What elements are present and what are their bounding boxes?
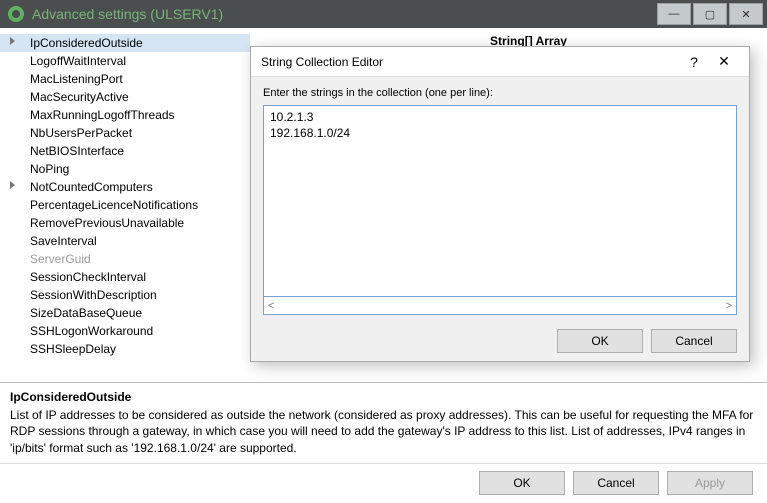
property-item-label: SaveInterval bbox=[30, 234, 97, 248]
cancel-button[interactable]: Cancel bbox=[573, 471, 659, 495]
property-item[interactable]: SizeDataBaseQueue bbox=[0, 304, 250, 322]
property-item-label: SessionWithDescription bbox=[30, 288, 157, 302]
minimize-button[interactable]: — bbox=[657, 3, 691, 25]
help-button[interactable]: ? bbox=[679, 54, 709, 70]
property-item[interactable]: IpConsideredOutside bbox=[0, 34, 250, 52]
string-collection-editor-dialog: String Collection Editor ? ✕ Enter the s… bbox=[250, 46, 750, 362]
property-item-label: NotCountedComputers bbox=[30, 180, 153, 194]
property-item[interactable]: SessionWithDescription bbox=[0, 286, 250, 304]
dialog-title: String Collection Editor bbox=[261, 55, 679, 69]
dialog-cancel-button[interactable]: Cancel bbox=[651, 329, 737, 353]
dialog-button-bar: OK Cancel bbox=[251, 321, 749, 361]
scroll-left-icon[interactable]: < bbox=[268, 300, 274, 312]
dialog-close-button[interactable]: ✕ bbox=[709, 53, 739, 70]
property-item-label: ServerGuid bbox=[30, 252, 91, 266]
property-item-label: PercentageLicenceNotifications bbox=[30, 198, 198, 212]
dialog-titlebar: String Collection Editor ? ✕ bbox=[251, 47, 749, 77]
property-item-label: NbUsersPerPacket bbox=[30, 126, 132, 140]
property-item[interactable]: NotCountedComputers bbox=[0, 178, 250, 196]
chevron-right-icon[interactable] bbox=[10, 181, 15, 189]
property-item-label: SSHSleepDelay bbox=[30, 342, 116, 356]
ok-button[interactable]: OK bbox=[479, 471, 565, 495]
dialog-instruction: Enter the strings in the collection (one… bbox=[263, 87, 737, 99]
property-item[interactable]: SessionCheckInterval bbox=[0, 268, 250, 286]
property-item-label: NetBIOSInterface bbox=[30, 144, 124, 158]
horizontal-scrollbar[interactable]: < > bbox=[263, 297, 737, 315]
property-item[interactable]: SaveInterval bbox=[0, 232, 250, 250]
dialog-ok-button[interactable]: OK bbox=[557, 329, 643, 353]
app-icon bbox=[8, 6, 24, 22]
maximize-button[interactable]: ▢ bbox=[693, 3, 727, 25]
property-item-label: MacSecurityActive bbox=[30, 90, 129, 104]
property-item[interactable]: RemovePreviousUnavailable bbox=[0, 214, 250, 232]
property-item-label: MaxRunningLogoffThreads bbox=[30, 108, 175, 122]
property-item[interactable]: ServerGuid bbox=[0, 250, 250, 268]
property-item[interactable]: SSHLogonWorkaround bbox=[0, 322, 250, 340]
property-item[interactable]: SSHSleepDelay bbox=[0, 340, 250, 358]
property-list[interactable]: IpConsideredOutside LogoffWaitInterval Mac… bbox=[0, 28, 250, 382]
apply-button: Apply bbox=[667, 471, 753, 495]
property-item-label: SizeDataBaseQueue bbox=[30, 306, 142, 320]
property-item[interactable]: MaxRunningLogoffThreads bbox=[0, 106, 250, 124]
description-body: List of IP addresses to be considered as… bbox=[10, 407, 757, 456]
property-item[interactable]: LogoffWaitInterval bbox=[0, 52, 250, 70]
property-item[interactable]: PercentageLicenceNotifications bbox=[0, 196, 250, 214]
scroll-right-icon[interactable]: > bbox=[726, 300, 732, 312]
window-title: Advanced settings (ULSERV1) bbox=[32, 6, 655, 22]
property-item-label: LogoffWaitInterval bbox=[30, 54, 126, 68]
property-item-label: MacListeningPort bbox=[30, 72, 123, 86]
property-item[interactable]: NbUsersPerPacket bbox=[0, 124, 250, 142]
property-item[interactable]: NoPing bbox=[0, 160, 250, 178]
bottom-button-bar: OK Cancel Apply bbox=[0, 463, 767, 501]
chevron-right-icon[interactable] bbox=[10, 37, 15, 45]
close-button[interactable]: ✕ bbox=[729, 3, 763, 25]
property-item[interactable]: NetBIOSInterface bbox=[0, 142, 250, 160]
collection-textarea[interactable] bbox=[263, 105, 737, 297]
property-item-label: SSHLogonWorkaround bbox=[30, 324, 153, 338]
dialog-body: Enter the strings in the collection (one… bbox=[251, 77, 749, 321]
property-item[interactable]: MacListeningPort bbox=[0, 70, 250, 88]
property-item[interactable]: MacSecurityActive bbox=[0, 88, 250, 106]
property-item-label: IpConsideredOutside bbox=[30, 36, 143, 50]
property-item-label: NoPing bbox=[30, 162, 69, 176]
description-panel: IpConsideredOutside List of IP addresses… bbox=[0, 383, 767, 463]
property-item-label: SessionCheckInterval bbox=[30, 270, 146, 284]
titlebar: Advanced settings (ULSERV1) — ▢ ✕ bbox=[0, 0, 767, 28]
description-title: IpConsideredOutside bbox=[10, 389, 757, 405]
property-item-label: RemovePreviousUnavailable bbox=[30, 216, 184, 230]
